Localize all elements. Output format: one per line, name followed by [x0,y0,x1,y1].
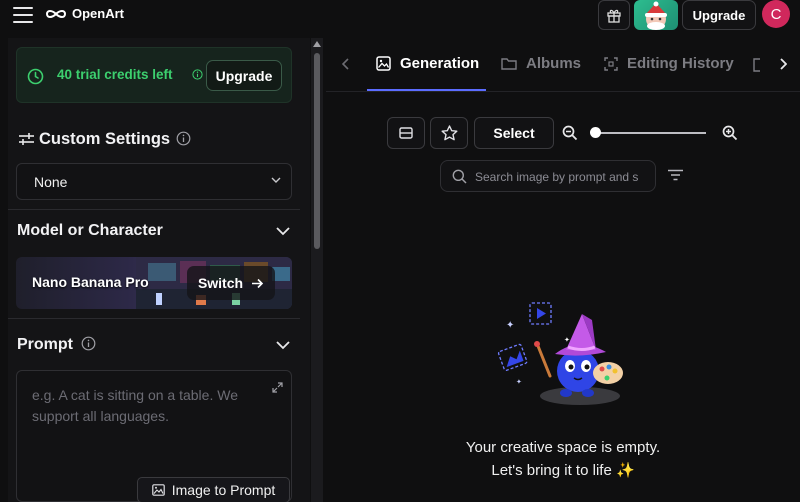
trial-credits-text: 40 trial credits left [57,67,173,82]
clock-icon [27,68,44,85]
layout-icon [399,127,413,139]
info-icon[interactable] [176,131,191,146]
scrollbar-thumb[interactable] [314,53,320,249]
svg-text:✦: ✦ [506,320,514,331]
tab-bar: Generation Albums Editing History [326,38,800,92]
chevron-down-icon [271,177,281,183]
info-icon[interactable] [192,69,203,80]
model-card[interactable]: Nano Banana Pro Switch [16,257,292,309]
sliders-icon [19,133,34,145]
zoom-slider-handle[interactable] [590,127,601,138]
sidebar-scrollbar[interactable] [311,38,323,502]
star-icon [441,125,457,141]
zoom-in-icon[interactable] [722,125,738,141]
prompt-placeholder: e.g. A cat is sitting on a table. We sup… [32,387,238,424]
brand-name: OpenArt [72,6,124,21]
switch-label: Switch [197,275,244,291]
image-to-prompt-label: Image to Prompt [171,482,276,498]
partial-tab-icon [753,58,760,72]
menu-icon[interactable] [13,7,33,23]
tab-albums[interactable]: Albums [501,55,581,72]
prompt-section-title: Prompt [17,336,73,353]
model-name: Nano Banana Pro [32,274,149,290]
empty-state-illustration: ✦ ✦ ✦ [497,302,623,405]
tab-label: Generation [400,55,480,72]
chevron-down-icon[interactable] [276,227,290,236]
empty-state-title: Your creative space is empty. [465,439,661,456]
trial-credits-banner: 40 trial credits left Upgrade [16,47,292,103]
divider [8,318,300,319]
openart-logo-icon [45,9,67,18]
custom-settings-select[interactable]: None [16,163,292,200]
top-bar: OpenArt Upgrade C [0,0,800,38]
gift-icon [607,9,621,23]
model-section-title: Model or Character [17,222,163,239]
history-icon [604,56,618,71]
tab-label: Editing History [627,55,734,72]
image-to-prompt-button[interactable]: Image to Prompt [137,477,290,502]
active-tab-indicator [367,89,486,91]
settings-panel: 40 trial credits left Upgrade Custom Set… [8,38,310,502]
gallery-panel: Generation Albums Editing History Select… [326,38,800,502]
filter-icon[interactable] [667,169,684,181]
arrow-right-icon [252,278,264,288]
empty-state-subtitle: Let's bring it to life ✨ [491,462,635,479]
search-input[interactable]: Search image by prompt and s [440,160,656,192]
prompt-textarea[interactable]: e.g. A cat is sitting on a table. We sup… [16,370,292,502]
trial-upgrade-button[interactable]: Upgrade [206,60,282,91]
svg-text:✦: ✦ [516,378,522,386]
tab-label: Albums [526,55,582,72]
search-icon [452,169,467,184]
favorites-button[interactable] [430,117,468,149]
header-upgrade-button[interactable]: Upgrade [682,0,756,30]
tab-editing-history[interactable]: Editing History [604,55,734,72]
tab-generation[interactable]: Generation [376,55,479,72]
santa-character-icon [645,1,667,30]
logo[interactable]: OpenArt [45,6,124,21]
chevron-right-icon[interactable] [779,58,787,70]
search-placeholder: Search image by prompt and s [475,170,639,184]
chevron-down-icon[interactable] [276,341,290,350]
expand-icon[interactable] [272,382,283,393]
zoom-slider[interactable] [596,132,706,134]
divider [8,209,300,210]
image-icon [376,56,391,71]
select-button[interactable]: Select [474,117,554,149]
user-avatar[interactable]: C [762,0,790,28]
folder-icon [501,58,517,70]
chevron-left-icon[interactable] [342,58,350,70]
custom-settings-value: None [34,174,68,190]
image-icon [151,484,165,496]
zoom-out-icon[interactable] [562,125,578,141]
gift-button[interactable] [598,0,630,30]
switch-model-button[interactable]: Switch [187,266,275,300]
promo-character-button[interactable] [634,0,678,30]
layout-toggle-button[interactable] [387,117,425,149]
custom-settings-title: Custom Settings [39,130,171,148]
scroll-up-icon[interactable] [313,41,321,47]
svg-text:✦: ✦ [564,336,570,344]
info-icon[interactable] [81,336,96,351]
